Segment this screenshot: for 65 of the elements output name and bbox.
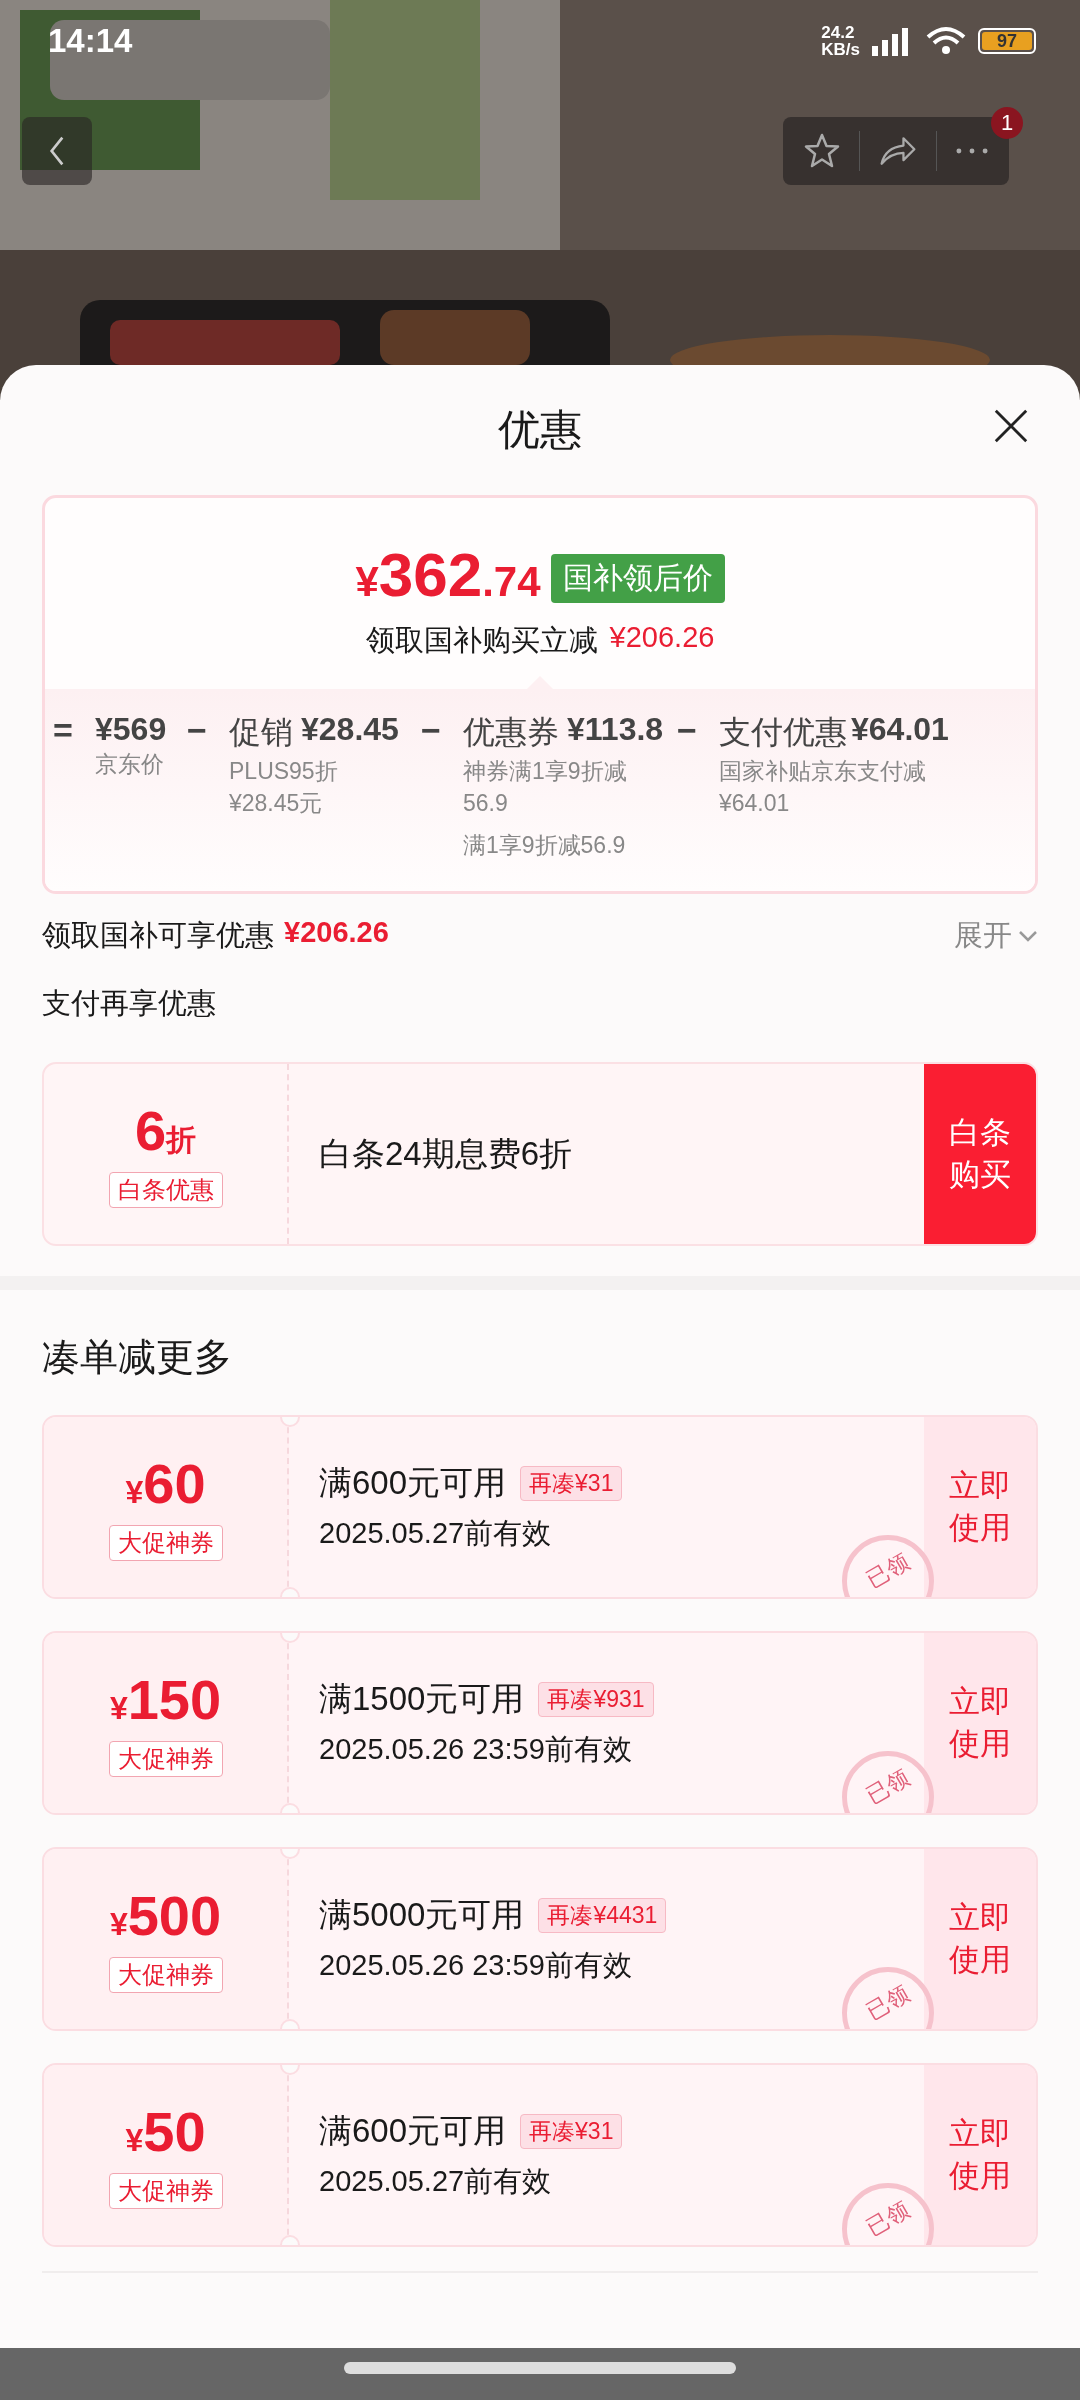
price-subtitle: 领取国补购买立减 [365,623,598,658]
price-tag: 国补领后价 [550,554,725,603]
coupon-validity: 2025.05.27前有效 [319,2163,553,2199]
final-price: ¥362.74 [355,540,541,611]
chevron-down-icon [1018,930,1038,942]
operator-sign: − [677,711,698,751]
expand-toggle[interactable]: 展开 [954,916,1038,956]
coupon-tag: 大促神券 [108,1525,223,1561]
section-title: 凑单减更多 [42,1335,233,1380]
breakdown-note: 神券满1享9折减 [463,757,628,786]
discount-amount: ¥206.26 [609,621,715,655]
subsidy-amount: ¥206.26 [284,916,389,950]
coupon-amount: ¥150 [109,1669,222,1733]
coupon-amount: ¥60 [125,1453,206,1517]
close-icon[interactable] [992,407,1030,445]
remaining-tag: 再凑¥31 [520,1465,623,1501]
remaining-tag: 再凑¥931 [538,1681,654,1717]
coupon-tag: 大促神券 [108,1741,223,1777]
breakdown-label: 优惠券 [463,713,559,752]
breakdown-note: ¥28.45元 [229,789,324,818]
breakdown-note: 京东价 [95,750,165,779]
network-speed: 24.2 KB/s [821,24,860,58]
operator-sign: = [53,711,74,751]
remaining-tag: 再凑¥4431 [538,1897,667,1933]
discount-value: 6折 [134,1100,197,1164]
coupon-validity: 2025.05.26 23:59前有效 [319,1947,633,1983]
coupon-tag: 大促神券 [108,2173,223,2209]
use-button[interactable]: 立即使用 [924,2065,1036,2245]
breakdown-note: PLUS95折 [229,757,339,786]
coupon-tag: 大促神券 [108,1957,223,1993]
breakdown-note: ¥64.01 [719,789,791,818]
coupon-condition: 满600元可用 [319,2110,507,2151]
breakdown-amount: ¥113.8 [567,711,664,749]
operator-sign: − [421,711,442,751]
use-button[interactable]: 立即使用 [924,1633,1036,1813]
offer-text: 白条24期息费6折 [319,1133,574,1174]
battery-icon: 97 [978,28,1036,54]
remaining-tag: 再凑¥31 [520,2113,623,2149]
operator-sign: − [187,711,208,751]
breakdown-note: 满1享9折减56.9 [463,831,627,860]
section-subtitle: 支付再享优惠 [42,986,217,1021]
sheet-title: 优惠 [498,405,582,455]
breakdown-label: 促销 [229,713,293,752]
wifi-icon [924,25,968,57]
use-button[interactable]: 立即使用 [924,1849,1036,2029]
back-button[interactable] [22,117,92,185]
coupon-validity: 2025.05.27前有效 [319,1515,553,1551]
coupon-condition: 满1500元可用 [319,1678,525,1719]
breakdown-note: 国家补贴京东支付减 [719,757,927,786]
status-time: 14:14 [48,22,133,60]
buy-button[interactable]: 白条购买 [924,1064,1036,1244]
breakdown-amount: ¥64.01 [851,711,949,749]
breakdown-amount: ¥28.45 [301,711,399,749]
use-button[interactable]: 立即使用 [924,1417,1036,1597]
coupon-amount: ¥50 [125,2101,206,2165]
coupon-condition: 满600元可用 [319,1462,507,1503]
subsidy-label: 领取国补可享优惠 [42,918,274,953]
breakdown-amount: ¥569 [95,711,167,748]
coupon-condition: 满5000元可用 [319,1894,525,1935]
breakdown-label: 支付优惠 [719,713,847,752]
chevron-left-icon [48,135,66,167]
breakdown-note: 56.9 [463,789,509,818]
coupon-amount: ¥500 [109,1885,222,1949]
coupon-validity: 2025.05.26 23:59前有效 [319,1731,633,1767]
offer-tag: 白条优惠 [108,1171,223,1208]
